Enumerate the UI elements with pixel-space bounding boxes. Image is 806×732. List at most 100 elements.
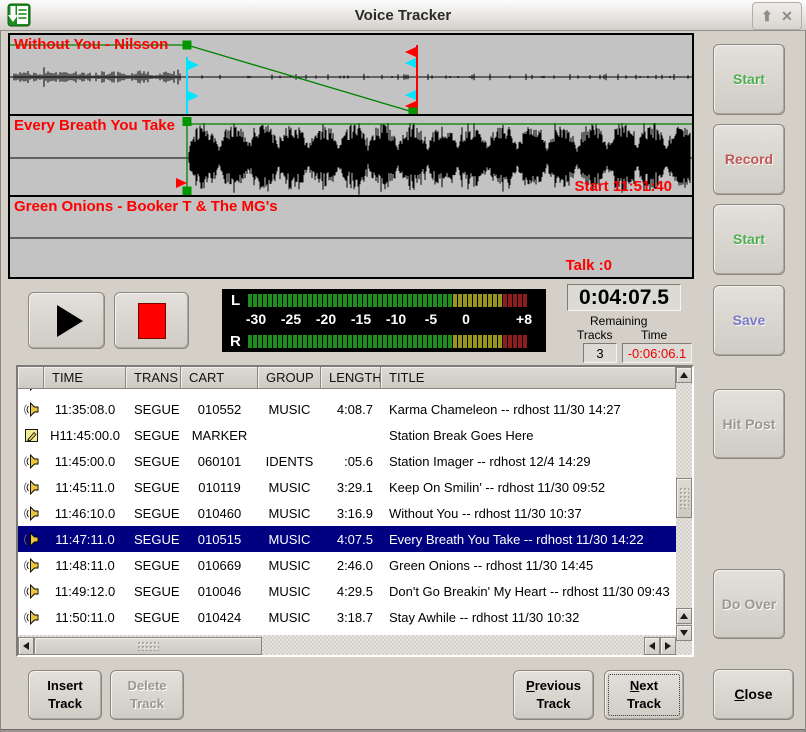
column-header-TITLE[interactable]: TITLE	[381, 367, 676, 389]
arrow-left-icon	[23, 642, 29, 650]
column-header-CART[interactable]: CART	[181, 367, 258, 389]
titlebar: Voice Tracker ⬆ ✕	[0, 0, 806, 31]
column-header-LENGTH[interactable]: LENGTH	[321, 367, 381, 389]
log-row-8[interactable]: 11:49:12.0SEGUE010046MUSIC4:29.5Don't Go…	[18, 578, 676, 604]
meter-segment	[338, 294, 342, 307]
meter-segment	[348, 335, 352, 348]
log-row-7[interactable]: 11:48:11.0SEGUE010669MUSIC2:46.0Green On…	[18, 552, 676, 578]
column-header-GROUP[interactable]: GROUP	[258, 367, 321, 389]
meter-scale-label: -20	[316, 311, 336, 327]
meter-segment	[463, 335, 467, 348]
stop-button[interactable]	[114, 292, 189, 349]
meter-segment	[398, 335, 402, 348]
hit-post-button[interactable]: Hit Post	[713, 389, 785, 459]
meter-segment	[463, 294, 467, 307]
meter-segment	[448, 294, 452, 307]
close-button[interactable]: Close	[713, 669, 794, 720]
meter-segment	[503, 294, 507, 307]
track-2-title: Every Breath You Take	[14, 117, 175, 134]
scroll-left-button-2[interactable]	[644, 637, 660, 655]
track-panel-2[interactable]: Every Breath You Take Start 11:51:40	[10, 116, 692, 195]
meter-segment	[438, 335, 442, 348]
log-row-1[interactable]: 11:35:08.0SEGUE010552MUSIC4:08.7Karma Ch…	[18, 396, 676, 422]
meter-segment	[313, 294, 317, 307]
arrow-up-icon	[680, 613, 688, 619]
scroll-down-button[interactable]	[676, 625, 692, 641]
scroll-up-button[interactable]	[676, 367, 692, 383]
meter-segment	[478, 335, 482, 348]
fade-handle	[183, 117, 192, 126]
column-header-TRANS[interactable]: TRANS	[126, 367, 181, 389]
meter-segment	[273, 294, 277, 307]
cell-title: Without You -- rdhost 11/30 10:37	[381, 500, 676, 526]
log-row-9[interactable]: 11:50:11.0SEGUE010424MUSIC3:18.7Stay Awh…	[18, 604, 676, 630]
scroll-left-button[interactable]	[18, 637, 34, 655]
cell-trans: SEGUE	[126, 396, 181, 422]
shade-window-icon[interactable]: ⬆	[761, 9, 773, 23]
cell-cart: 010669	[181, 552, 258, 578]
record-button[interactable]: Record	[713, 124, 785, 195]
meter-segment	[523, 335, 527, 348]
speaker-icon	[18, 526, 44, 552]
vertical-scroll-thumb[interactable]	[676, 478, 692, 518]
scroll-right-button[interactable]	[660, 637, 676, 655]
remaining-tracks-label: Tracks	[577, 328, 613, 342]
meter-segment	[333, 335, 337, 348]
track-2-start-time: Start 11:51:40	[574, 178, 672, 195]
meter-segment	[323, 335, 327, 348]
track-panel-3[interactable]: Green Onions - Booker T & The MG's Talk …	[10, 197, 692, 277]
cell-title	[381, 389, 676, 396]
scroll-up-button-2[interactable]	[676, 608, 692, 624]
start-track3-button[interactable]: Start	[713, 204, 785, 275]
remaining-time-box: -0:06:06.1	[622, 343, 692, 363]
cell-time: 11:48:11.0	[44, 552, 126, 578]
cell-length: 4:29.5	[321, 578, 381, 604]
meter-segment	[288, 294, 292, 307]
meter-segment	[513, 294, 517, 307]
track-panel-1[interactable]: Without You - Nilsson	[10, 35, 692, 114]
insert-track-button[interactable]: InsertTrack	[28, 670, 102, 720]
cell-group	[258, 389, 321, 396]
play-button[interactable]	[28, 292, 105, 349]
log-row-6[interactable]: 11:47:11.0SEGUE010515MUSIC4:07.5Every Br…	[18, 526, 676, 552]
meter-segment	[268, 335, 272, 348]
cell-cart: 010119	[181, 474, 258, 500]
save-button[interactable]: Save	[713, 285, 785, 356]
cell-length	[321, 389, 381, 396]
horizontal-scroll-thumb[interactable]	[34, 637, 262, 655]
delete-track-button[interactable]: DeleteTrack	[110, 670, 184, 720]
meter-segment	[458, 335, 462, 348]
meter-segment	[343, 335, 347, 348]
start-track1-button[interactable]: Start	[713, 44, 785, 115]
meter-segment	[493, 294, 497, 307]
speaker-icon	[18, 578, 44, 604]
meter-segment	[508, 335, 512, 348]
meter-segment	[388, 335, 392, 348]
cell-title: Station Imager -- rdhost 12/4 14:29	[381, 448, 676, 474]
speaker-icon	[18, 474, 44, 500]
log-row-0[interactable]	[18, 389, 676, 396]
cell-title: Keep On Smilin' -- rdhost 11/30 09:52	[381, 474, 676, 500]
next-track-button[interactable]: NextTrack	[604, 670, 684, 720]
meter-segment	[368, 335, 372, 348]
cell-trans	[126, 389, 181, 396]
cell-group: MUSIC	[258, 526, 321, 552]
log-row-5[interactable]: 11:46:10.0SEGUE010460MUSIC3:16.9Without …	[18, 500, 676, 526]
meter-segment	[313, 335, 317, 348]
column-header-TIME[interactable]: TIME	[44, 367, 126, 389]
log-row-4[interactable]: 11:45:11.0SEGUE010119MUSIC3:29.1Keep On …	[18, 474, 676, 500]
segue-marker-handle	[188, 60, 199, 70]
meter-segment	[388, 294, 392, 307]
fade-handle	[409, 108, 418, 115]
log-row-2[interactable]: H11:45:00.0SEGUEMARKERStation Break Goes…	[18, 422, 676, 448]
cell-group: MUSIC	[258, 500, 321, 526]
meter-segment	[293, 294, 297, 307]
meter-segment	[253, 335, 257, 348]
close-window-icon[interactable]: ✕	[781, 9, 793, 23]
log-row-3[interactable]: 11:45:00.0SEGUE060101IDENTS:05.6Station …	[18, 448, 676, 474]
meter-segment	[358, 335, 362, 348]
column-header-icon[interactable]	[18, 367, 44, 389]
log-list: TIMETRANSCARTGROUPLENGTHTITLE 11:35:08.0…	[16, 365, 694, 657]
do-over-button[interactable]: Do Over	[713, 569, 785, 639]
previous-track-button[interactable]: PreviousTrack	[513, 670, 594, 720]
